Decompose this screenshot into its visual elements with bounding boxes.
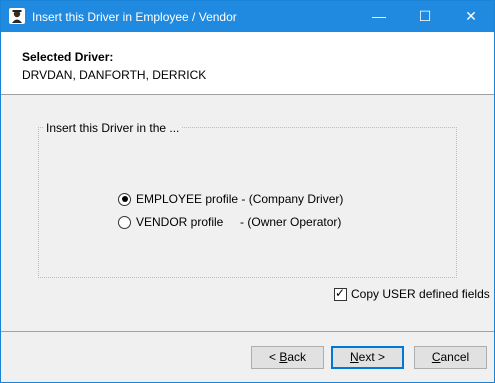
next-rest: ext > (358, 350, 386, 364)
checkmark-icon: ✓ (335, 285, 346, 300)
header-divider (1, 94, 494, 95)
close-button[interactable]: ✕ (448, 1, 494, 32)
header-panel: Selected Driver: DRVDAN, DANFORTH, DERRI… (1, 32, 494, 94)
next-button[interactable]: Next > (331, 346, 404, 369)
title-bar[interactable]: Insert this Driver in Employee / Vendor … (1, 1, 494, 32)
group-legend: Insert this Driver in the ... (44, 121, 182, 135)
dialog-window: Insert this Driver in Employee / Vendor … (0, 0, 495, 383)
cancel-rest: ancel (440, 350, 470, 364)
copy-user-fields-option[interactable]: ✓ Copy USER defined fields (334, 285, 490, 301)
back-prefix: < (268, 350, 280, 364)
next-mnemonic: N (349, 350, 359, 364)
driver-person-icon (9, 8, 25, 24)
selected-driver-value: DRVDAN, DANFORTH, DERRICK (22, 68, 207, 82)
footer-divider (1, 331, 494, 332)
employee-option-label[interactable]: EMPLOYEE profile - (Company Driver) (136, 192, 343, 206)
maximize-button[interactable]: ☐ (402, 1, 448, 32)
radio-selected-dot (121, 196, 128, 202)
minimize-button[interactable]: — (356, 1, 402, 32)
vendor-option-label[interactable]: VENDOR profile - (Owner Operator) (136, 215, 341, 229)
back-button[interactable]: < Back (251, 346, 324, 369)
vendor-radio[interactable] (118, 215, 131, 229)
copy-user-fields-label[interactable]: Copy USER defined fields (351, 287, 490, 301)
cancel-button[interactable]: Cancel (414, 346, 487, 369)
employee-radio[interactable] (118, 192, 131, 206)
employee-profile-option[interactable]: EMPLOYEE profile - (Company Driver) (118, 191, 343, 207)
copy-user-fields-checkbox[interactable]: ✓ (334, 285, 347, 301)
selected-driver-label: Selected Driver: (22, 50, 114, 64)
vendor-profile-option[interactable]: VENDOR profile - (Owner Operator) (118, 214, 341, 230)
window-title: Insert this Driver in Employee / Vendor (32, 10, 237, 24)
back-rest: ack (287, 350, 307, 364)
